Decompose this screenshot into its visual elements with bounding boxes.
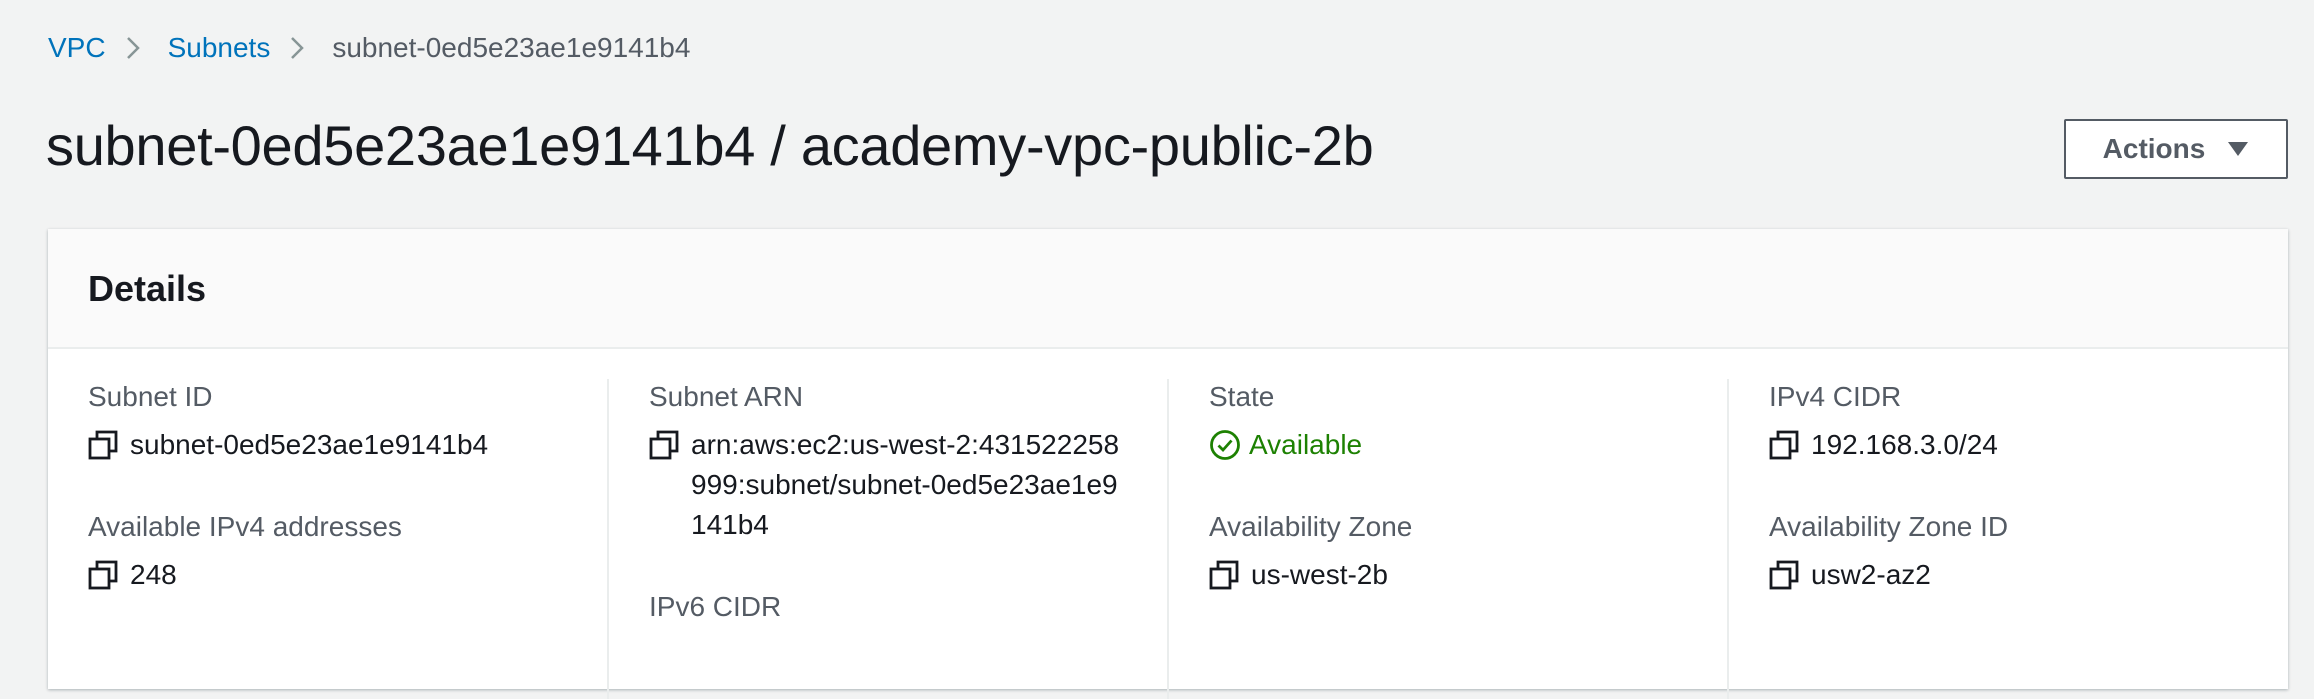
availability-zone-id-value: usw2-az2 [1811,559,1931,590]
subnet-id-value: subnet-0ed5e23ae1e9141b4 [130,429,489,460]
state-label: State [1209,381,1275,412]
details-column-1: Subnet ID subnet-0ed5e23ae1e9141b4 Avail… [88,377,588,697]
ipv4-cidr-field: IPv4 CIDR 192.168.3.0/24 [1769,377,1998,465]
breadcrumb-subnets-link[interactable]: Subnets [168,26,271,70]
actions-button-label: Actions [2102,133,2206,164]
details-column-2: Subnet ARN arn:aws:ec2:us-west-2:4315222… [649,377,1149,697]
state-field: State Available [1209,377,1362,465]
ipv4-cidr-value-row: 192.168.3.0/24 [1769,425,1998,465]
subnet-id-field: Subnet ID subnet-0ed5e23ae1e9141b4 [88,377,488,465]
availability-zone-id-value-row: usw2-az2 [1769,555,2008,595]
availability-zone-value-row: us-west-2b [1209,555,1412,595]
subnet-arn-value: arn:aws:ec2:us-west-2:431522258999:subne… [691,429,1120,540]
available-ipv4-value-row: 248 [88,555,402,595]
subnet-id-value-row: subnet-0ed5e23ae1e9141b4 [88,425,488,465]
breadcrumb-current: subnet-0ed5e23ae1e9141b4 [332,32,691,63]
copy-icon[interactable] [88,430,118,460]
copy-icon[interactable] [649,430,679,460]
subnet-id-label: Subnet ID [88,381,213,412]
availability-zone-field: Availability Zone us-west-2b [1209,507,1412,595]
copy-icon[interactable] [1769,430,1799,460]
chevron-right-icon [106,26,168,70]
details-panel-header: Details [48,229,2288,349]
available-ipv4-value: 248 [130,559,177,590]
actions-button[interactable]: Actions [2064,119,2288,179]
chevron-right-icon [270,26,332,70]
details-columns: Subnet ID subnet-0ed5e23ae1e9141b4 Avail… [48,377,2288,697]
subnet-arn-field: Subnet ARN arn:aws:ec2:us-west-2:4315222… [649,377,1121,545]
copy-icon[interactable] [1209,560,1239,590]
ipv4-cidr-label: IPv4 CIDR [1769,381,1902,412]
ipv6-cidr-field: IPv6 CIDR [649,587,781,627]
available-ipv4-field: Available IPv4 addresses 248 [88,507,402,595]
availability-zone-id-label: Availability Zone ID [1769,511,2009,542]
details-panel: Details Subnet ID subnet-0ed5e23ae1e9141… [48,229,2288,699]
details-title: Details [88,268,207,309]
breadcrumb-vpc-link[interactable]: VPC [48,26,106,70]
breadcrumb: VPC Subnets subnet-0ed5e23ae1e9141b4 [48,26,690,70]
state-value-row: Available [1209,425,1362,465]
availability-zone-id-field: Availability Zone ID usw2-az2 [1769,507,2008,595]
availability-zone-label: Availability Zone [1209,511,1413,542]
subnet-arn-label: Subnet ARN [649,381,804,412]
ipv6-cidr-label: IPv6 CIDR [649,591,782,622]
state-value: Available [1249,429,1363,460]
ipv4-cidr-value: 192.168.3.0/24 [1811,429,1998,460]
caret-down-icon [2228,142,2249,156]
subnet-arn-value-row: arn:aws:ec2:us-west-2:431522258999:subne… [649,425,1121,545]
page-title: subnet-0ed5e23ae1e9141b4 / academy-vpc-p… [46,114,1374,177]
available-ipv4-label: Available IPv4 addresses [88,511,402,542]
check-circle-icon [1210,430,1240,460]
details-column-4: IPv4 CIDR 192.168.3.0/24 Availability Zo… [1769,377,2269,697]
availability-zone-value: us-west-2b [1251,559,1388,590]
copy-icon[interactable] [1769,560,1799,590]
details-column-3: State Available Availability Zone us-wes… [1209,377,1709,697]
copy-icon[interactable] [88,560,118,590]
